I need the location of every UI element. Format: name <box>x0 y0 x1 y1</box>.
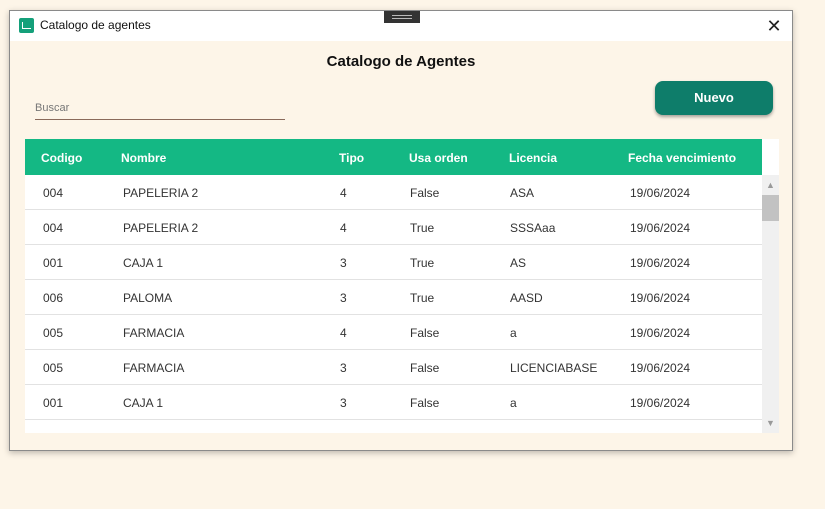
cell-fecha-vencimiento: 19/06/2024 <box>630 221 691 235</box>
agents-table: Codigo Nombre Tipo Usa orden Licencia Fe… <box>25 139 779 433</box>
cell-codigo: 005 <box>43 361 64 375</box>
cell-usa-orden: True <box>410 256 435 270</box>
cell-nombre: PAPELERIA 2 <box>123 221 199 235</box>
table-row[interactable]: 005 FARMACIA 4 False a 19/06/2024 <box>25 315 762 350</box>
cell-codigo: 001 <box>43 256 64 270</box>
cell-licencia: SSSAaa <box>510 221 556 235</box>
cell-fecha-vencimiento: 19/06/2024 <box>630 291 691 305</box>
column-header-licencia[interactable]: Licencia <box>509 151 557 165</box>
page-title: Catalogo de Agentes <box>326 53 476 70</box>
cell-licencia: AS <box>510 256 527 270</box>
table-row[interactable]: 005 FARMACIA 3 False LICENCIABASE 19/06/2024 <box>25 350 762 385</box>
table-row[interactable]: 004 PAPELERIA 2 4 True SSSAaa 19/06/2024 <box>25 210 762 245</box>
cell-licencia: LICENCIABASE <box>510 361 598 375</box>
cell-nombre: PALOMA <box>123 291 173 305</box>
table-row[interactable]: 001 CAJA 1 3 True AS 19/06/2024 <box>25 245 762 280</box>
cell-usa-orden: True <box>410 221 435 235</box>
cell-fecha-vencimiento: 19/06/2024 <box>630 396 691 410</box>
cell-licencia: a <box>510 326 517 340</box>
table-row[interactable]: 004 PAPELERIA 2 4 False ASA 19/06/2024 <box>25 175 762 210</box>
catalog-window: Catalogo de agentes ✕ Catalogo de Agente… <box>9 10 793 451</box>
cell-tipo: 4 <box>340 186 347 200</box>
cell-codigo: 005 <box>43 326 64 340</box>
table-body: 004 PAPELERIA 2 4 False ASA 19/06/2024 004 PAPE… <box>25 175 762 433</box>
cell-usa-orden: True <box>410 431 434 433</box>
cell-usa-orden: False <box>410 186 440 200</box>
cell-tipo: 3 <box>340 256 347 270</box>
column-header-usa-orden[interactable]: Usa orden <box>409 151 468 165</box>
cell-nombre: CAJA 1 <box>123 256 164 270</box>
cell-tipo: 4 <box>340 221 347 235</box>
title-bar[interactable]: Catalogo de agentes ✕ <box>10 11 792 41</box>
cell-licencia: ASA <box>510 186 535 200</box>
cell-nombre: DORA <box>123 431 158 433</box>
cell-nombre: FARMACIA <box>123 326 185 340</box>
scrollbar-thumb[interactable] <box>762 195 779 221</box>
cell-fecha-vencimiento: 19/06/2024 <box>630 256 691 270</box>
column-header-codigo[interactable]: Codigo <box>41 151 82 165</box>
cell-tipo: 3 <box>340 396 347 410</box>
close-button[interactable]: ✕ <box>762 14 786 38</box>
cell-nombre: FARMACIA <box>123 361 185 375</box>
cell-tipo: 3 <box>340 291 347 305</box>
table-row[interactable]: 02 DORA 3 True a 19/06/2024 <box>25 420 762 433</box>
cell-codigo: 006 <box>43 291 64 305</box>
column-header-nombre[interactable]: Nombre <box>121 151 166 165</box>
cell-nombre: CAJA 1 <box>123 396 164 410</box>
cell-tipo: 3 <box>340 361 347 375</box>
column-header-tipo[interactable]: Tipo <box>339 151 364 165</box>
cell-nombre: PAPELERIA 2 <box>123 186 199 200</box>
app-logo-icon <box>19 18 34 33</box>
cell-tipo: 3 <box>340 431 347 433</box>
search-input[interactable] <box>35 97 285 120</box>
cell-codigo: 001 <box>43 396 64 410</box>
scroll-down-icon[interactable]: ▼ <box>762 415 779 431</box>
cell-usa-orden: False <box>410 396 440 410</box>
cell-fecha-vencimiento: 19/06/2024 <box>630 186 691 200</box>
cell-codigo: 02 <box>43 431 56 433</box>
cell-fecha-vencimiento: 19/06/2024 <box>630 361 691 375</box>
table-row[interactable]: 001 CAJA 1 3 False a 19/06/2024 <box>25 385 762 420</box>
scroll-up-icon[interactable]: ▲ <box>762 177 779 193</box>
drag-handle[interactable] <box>384 11 420 23</box>
window-title: Catalogo de agentes <box>40 18 151 32</box>
cell-usa-orden: False <box>410 326 440 340</box>
cell-codigo: 004 <box>43 221 64 235</box>
cell-fecha-vencimiento: 19/06/2024 <box>630 431 690 433</box>
cell-tipo: 4 <box>340 326 347 340</box>
cell-codigo: 004 <box>43 186 64 200</box>
table-row[interactable]: 006 PALOMA 3 True AASD 19/06/2024 <box>25 280 762 315</box>
cell-licencia: a <box>510 431 517 433</box>
cell-usa-orden: True <box>410 291 435 305</box>
new-button[interactable]: Nuevo <box>655 81 773 115</box>
table-header: Codigo Nombre Tipo Usa orden Licencia Fe… <box>25 139 762 175</box>
vertical-scrollbar[interactable]: ▲ ▼ <box>762 175 779 433</box>
close-icon: ✕ <box>766 16 782 36</box>
cell-licencia: a <box>510 396 517 410</box>
cell-fecha-vencimiento: 19/06/2024 <box>630 326 691 340</box>
cell-usa-orden: False <box>410 361 440 375</box>
cell-licencia: AASD <box>510 291 543 305</box>
column-header-fecha-vencimiento[interactable]: Fecha vencimiento <box>628 151 736 165</box>
